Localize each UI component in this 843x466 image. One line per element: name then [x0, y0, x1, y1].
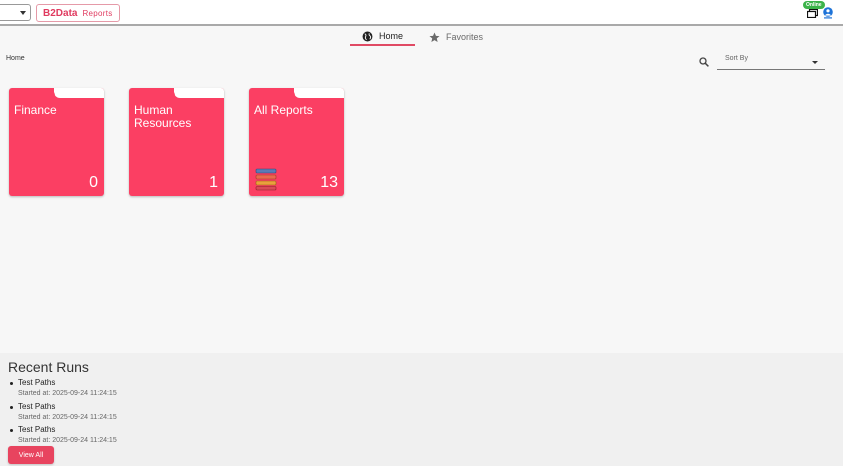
- report-stack-icon: [255, 168, 277, 191]
- folder-count: 1: [209, 174, 218, 191]
- workspace-select[interactable]: [0, 4, 31, 21]
- screens-icon: [807, 9, 818, 18]
- run-name: Test Paths: [18, 425, 56, 434]
- run-started-at: Started at: 2025-09-24 11:24:15: [18, 390, 117, 397]
- breadcrumb[interactable]: Home: [6, 55, 25, 62]
- brand-name: B2Data: [43, 7, 78, 19]
- globe-icon: [362, 31, 373, 41]
- list-item[interactable]: Test Paths Started at: 2025-09-24 11:24:…: [8, 402, 117, 426]
- tab-home-label: Home: [379, 31, 404, 41]
- sort-by-placeholder: Sort By: [725, 55, 748, 62]
- recent-runs-panel: Recent Runs Test Paths Started at: 2025-…: [0, 353, 843, 466]
- folder-human-resources[interactable]: Human Resources 1: [129, 88, 224, 196]
- tab-favorites-label: Favorites: [446, 32, 484, 42]
- run-started-at: Started at: 2025-09-24 11:24:15: [18, 413, 117, 421]
- folder-title: Finance: [14, 103, 57, 117]
- folder-title: Human Resources: [134, 103, 192, 130]
- recent-runs-list: Test Paths Started at: 2025-09-24 11:24:…: [8, 378, 117, 449]
- main-tabs: Home Favorites: [350, 28, 495, 48]
- status-badge: Online: [803, 1, 825, 9]
- star-icon: [429, 32, 440, 42]
- tab-favorites[interactable]: Favorites: [417, 28, 495, 46]
- user-icon[interactable]: [823, 7, 833, 19]
- connection-status[interactable]: Online: [803, 1, 825, 19]
- search-icon[interactable]: [699, 57, 709, 67]
- chevron-down-icon: [20, 11, 26, 15]
- tab-home[interactable]: Home: [350, 28, 416, 46]
- folder-all-reports[interactable]: All Reports 13: [249, 88, 344, 196]
- chevron-down-icon: [812, 61, 818, 64]
- brand-product: Reports: [82, 8, 113, 18]
- list-item[interactable]: Test Paths Started at: 2025-09-24 11:24:…: [8, 378, 117, 402]
- folder-finance[interactable]: Finance 0: [9, 88, 104, 196]
- list-item[interactable]: Test Paths Started at: 2025-09-24 11:24:…: [8, 425, 117, 449]
- run-name: Test Paths: [18, 378, 56, 387]
- sort-by-select[interactable]: Sort By: [717, 52, 825, 70]
- run-name: Test Paths: [18, 401, 56, 411]
- top-bar: B2Data Reports Online: [0, 0, 843, 26]
- run-started-at: Started at: 2025-09-24 11:24:15: [18, 437, 117, 444]
- view-all-button[interactable]: View All: [8, 446, 54, 464]
- folder-count: 13: [320, 174, 338, 191]
- brand-logo[interactable]: B2Data Reports: [36, 4, 120, 22]
- recent-runs-title: Recent Runs: [8, 359, 89, 375]
- folder-title: All Reports: [254, 103, 313, 117]
- folder-count: 0: [89, 174, 98, 191]
